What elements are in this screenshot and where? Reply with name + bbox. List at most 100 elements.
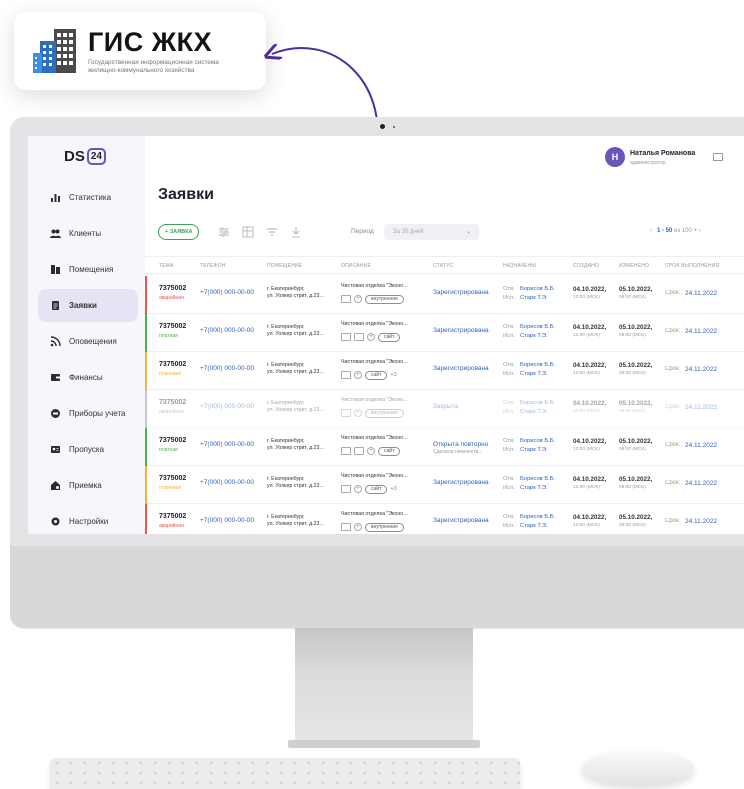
sidebar-item-4[interactable]: Оповещения — [38, 325, 138, 358]
add-tag-icon[interactable]: + — [354, 295, 362, 303]
tag-chip[interactable]: внутренние — [365, 294, 404, 304]
column-header[interactable]: ИЗМЕНЕНО — [619, 263, 649, 269]
avatar[interactable]: Н — [605, 147, 625, 167]
tag-chip[interactable]: внутренние — [365, 408, 404, 418]
due-date[interactable]: 24.11.2022 — [685, 404, 717, 411]
request-number[interactable]: 7375002 — [159, 361, 186, 368]
comment-icon[interactable] — [341, 447, 351, 455]
tag-chip[interactable]: сайт — [365, 370, 388, 380]
responsible-link[interactable]: Борисов Б.Б. — [520, 286, 555, 292]
due-date[interactable]: 24.11.2022 — [685, 366, 717, 373]
due-date[interactable]: 24.11.2022 — [685, 442, 717, 449]
column-header[interactable]: НАЗНАЧЕНЫ — [503, 263, 536, 269]
sidebar-item-6[interactable]: Приборы учета — [38, 397, 138, 430]
table-row[interactable]: 7375002 платная +7(000) 000-00-00 г. Екатер… — [145, 428, 744, 466]
responsible-link[interactable]: Борисов Б.Б. — [520, 514, 555, 520]
add-tag-icon[interactable]: + — [354, 409, 362, 417]
phone-link[interactable]: +7(000) 000-00-00 — [200, 365, 254, 372]
responsible-link[interactable]: Борисов Б.Б. — [520, 362, 555, 368]
table-icon[interactable] — [242, 226, 254, 238]
status-link[interactable]: Открыта повторно — [433, 441, 488, 448]
sidebar-item-8[interactable]: Приемка — [38, 469, 138, 502]
executor-link[interactable]: Старк Т.Э. — [520, 295, 548, 301]
more-tags[interactable]: +3 — [390, 486, 396, 492]
phone-link[interactable]: +7(000) 000-00-00 — [200, 289, 254, 296]
phone-link[interactable]: +7(000) 000-00-00 — [200, 517, 254, 524]
more-tags[interactable]: +3 — [390, 372, 396, 378]
status-link[interactable]: Зарегистрирована — [433, 289, 489, 296]
due-date[interactable]: 24.11.2022 — [685, 290, 717, 297]
add-tag-icon[interactable]: + — [354, 523, 362, 531]
sidebar-item-9[interactable]: Настройки — [38, 505, 138, 534]
responsible-link[interactable]: Борисов Б.Б. — [520, 400, 555, 406]
tag-chip[interactable]: сайт — [365, 484, 388, 494]
column-header[interactable]: ОПИСАНИЕ — [341, 263, 371, 269]
column-header[interactable]: СОЗДАНО — [573, 263, 599, 269]
table-row[interactable]: 7375002 плановая +7(000) 000-00-00 г. Екате… — [145, 466, 744, 504]
executor-link[interactable]: Старк Т.Э. — [520, 485, 548, 491]
add-request-button[interactable]: + ЗАЯВКА — [158, 224, 200, 240]
user-name[interactable]: Наталья Романова — [630, 150, 695, 157]
phone-link[interactable]: +7(000) 000-00-00 — [200, 403, 254, 410]
phone-link[interactable]: +7(000) 000-00-00 — [200, 327, 254, 334]
sidebar-item-3[interactable]: Заявки — [38, 289, 138, 322]
file-icon[interactable] — [354, 447, 364, 455]
comment-icon[interactable] — [341, 295, 351, 303]
tag-chip[interactable]: внутренние — [365, 522, 404, 532]
download-icon[interactable] — [290, 226, 302, 238]
file-icon[interactable] — [354, 333, 364, 341]
add-tag-icon[interactable]: + — [354, 371, 362, 379]
executor-link[interactable]: Старк Т.Э. — [520, 447, 548, 453]
request-number[interactable]: 7375002 — [159, 323, 186, 330]
request-number[interactable]: 7375002 — [159, 437, 186, 444]
executor-link[interactable]: Старк Т.Э. — [520, 523, 548, 529]
responsible-link[interactable]: Борисов Б.Б. — [520, 476, 555, 482]
status-link[interactable]: Зарегистрирована — [433, 327, 489, 334]
add-tag-icon[interactable]: + — [367, 447, 375, 455]
sidebar-item-2[interactable]: Помещения — [38, 253, 138, 286]
responsible-link[interactable]: Борисов Б.Б. — [520, 438, 555, 444]
filter-icon[interactable] — [266, 226, 278, 238]
sidebar-item-5[interactable]: Финансы — [38, 361, 138, 394]
sidebar-item-1[interactable]: Клиенты — [38, 217, 138, 250]
brand-logo[interactable]: DS 24 — [64, 148, 106, 165]
phone-link[interactable]: +7(000) 000-00-00 — [200, 441, 254, 448]
tag-chip[interactable]: сайт — [378, 332, 401, 342]
executor-link[interactable]: Старк Т.Э. — [520, 371, 548, 377]
column-header[interactable]: ТЕМА — [159, 263, 174, 269]
add-tag-icon[interactable]: + — [354, 485, 362, 493]
prev-page-icon[interactable]: ‹ — [650, 228, 652, 234]
table-row[interactable]: 7375002 аварийная +7(000) 000-00-00 г. Екат… — [145, 390, 744, 428]
status-link[interactable]: Закрыта — [433, 403, 458, 410]
request-number[interactable]: 7375002 — [159, 513, 186, 520]
column-header[interactable]: СРОК ВЫПОЛНЕНИЯ — [665, 263, 719, 269]
due-date[interactable]: 24.11.2022 — [685, 518, 717, 525]
request-number[interactable]: 7375002 — [159, 399, 186, 406]
executor-link[interactable]: Старк Т.Э. — [520, 333, 548, 339]
table-row[interactable]: 7375002 платная +7(000) 000-00-00 г. Екатер… — [145, 314, 744, 352]
table-row[interactable]: 7375002 аварийная +7(000) 000-00-00 г. Екат… — [145, 504, 744, 534]
sidebar-item-7[interactable]: Пропуска — [38, 433, 138, 466]
logout-icon[interactable] — [713, 153, 723, 161]
next-page-icon[interactable]: › — [699, 228, 701, 234]
table-row[interactable]: 7375002 плановая +7(000) 000-00-00 г. Екате… — [145, 352, 744, 390]
column-header[interactable]: ТЕЛЕФОН — [200, 263, 226, 269]
comment-icon[interactable] — [341, 485, 351, 493]
add-tag-icon[interactable]: + — [367, 333, 375, 341]
comment-icon[interactable] — [341, 523, 351, 531]
phone-link[interactable]: +7(000) 000-00-00 — [200, 479, 254, 486]
request-number[interactable]: 7375002 — [159, 285, 186, 292]
sliders-icon[interactable] — [218, 226, 230, 238]
status-link[interactable]: Зарегистрирована — [433, 479, 489, 486]
status-link[interactable]: Зарегистрирована — [433, 365, 489, 372]
comment-icon[interactable] — [341, 371, 351, 379]
executor-link[interactable]: Старк Т.Э. — [520, 409, 548, 415]
status-link[interactable]: Зарегистрирована — [433, 517, 489, 524]
period-select[interactable]: За 30 дней ⌄ — [384, 224, 479, 240]
column-header[interactable]: СТАТУС — [433, 263, 453, 269]
sidebar-item-0[interactable]: Статистика — [38, 181, 138, 214]
due-date[interactable]: 24.11.2022 — [685, 480, 717, 487]
table-row[interactable]: 7375002 аварийная +7(000) 000-00-00 г. Екат… — [145, 276, 744, 314]
responsible-link[interactable]: Борисов Б.Б. — [520, 324, 555, 330]
column-header[interactable]: ПОМЕЩЕНИЕ — [267, 263, 302, 269]
